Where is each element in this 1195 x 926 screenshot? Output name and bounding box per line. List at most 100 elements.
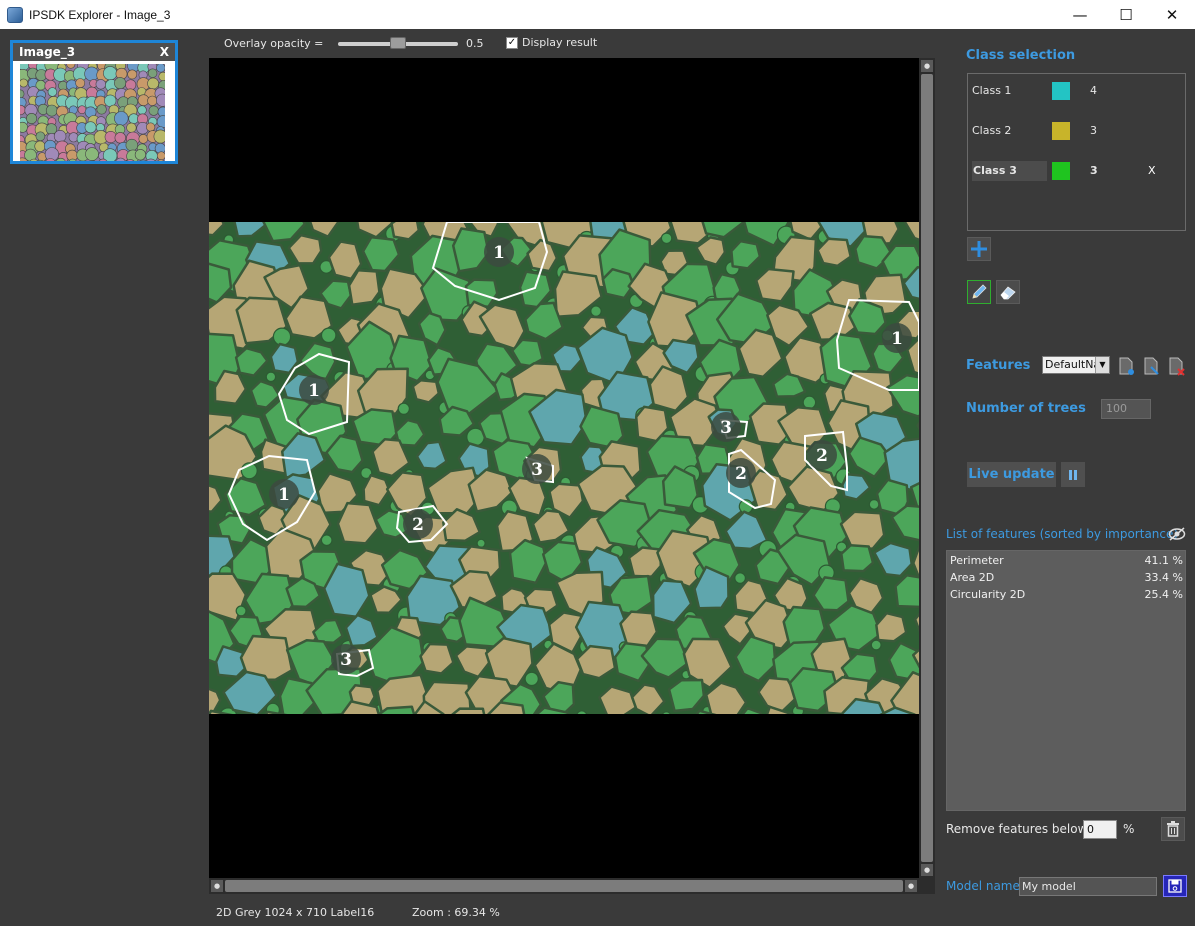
features-dropdown[interactable]: DefaultName ▼ [1042,356,1110,374]
class-color-swatch[interactable] [1052,82,1070,100]
thumbnail-cell [147,77,160,90]
vertical-scroll-thumb[interactable] [921,74,933,862]
class-name-selected[interactable]: Class 3 [972,161,1047,181]
document-add-icon [1119,357,1134,375]
horizontal-scrollbar[interactable]: ● ● [209,878,919,894]
class-marker-label: 1 [308,381,320,401]
eraser-tool-button[interactable] [996,280,1020,304]
thumbnail-cell [114,111,129,126]
title-bar: IPSDK Explorer - Image_3 — ☐ ✕ [0,0,1195,29]
scroll-down-arrow[interactable]: ● [921,864,933,876]
small-cell [476,538,486,548]
thumbnail-cell [26,112,38,124]
thumbnail-cell [156,151,165,161]
class-marker-label: 3 [720,418,732,438]
thumbnail-cell [158,71,165,82]
small-cell [265,371,277,383]
class-row-3[interactable]: Class 3 3 X [968,159,1187,183]
remove-features-threshold-input[interactable]: 0 [1083,820,1117,839]
small-cell [272,327,292,346]
horizontal-scroll-thumb[interactable] [225,880,903,892]
thumbnail-image[interactable] [20,64,165,161]
class-marker-label: 2 [735,464,747,484]
class-marker-label: 3 [340,650,352,670]
viewer-toolbar: Overlay opacity = 0.5 ✓ Display result [200,29,940,57]
thumbnail-cell [53,129,67,143]
small-cell [397,402,410,415]
class-row-1[interactable]: Class 1 4 [968,79,1187,103]
thumbnail-cell [77,105,87,115]
chevron-down-icon[interactable]: ▼ [1095,357,1109,373]
class-count: 3 [1090,164,1098,177]
thumbnail-cell [103,66,118,81]
segmented-image[interactable]: 1 1 1 1 2 2 2 3 3 3 [209,190,919,767]
thumbnail-cell [96,104,107,115]
feature-name: Circularity 2D [950,588,1026,601]
list-item[interactable]: Area 2D 33.4 % [947,569,1185,586]
class-row-2[interactable]: Class 2 3 [968,119,1187,143]
list-item[interactable]: Circularity 2D 25.4 % [947,586,1185,603]
remove-features-label: Remove features below [946,822,1088,836]
feature-list-title: List of features (sorted by importance) [946,527,1179,541]
scroll-right-arrow[interactable]: ● [905,880,917,892]
small-cell [802,395,817,410]
cells-overlay-image[interactable]: 1 1 1 1 2 2 2 3 3 3 [209,190,919,767]
feature-importance: 25.4 % [1144,588,1183,601]
class-color-swatch[interactable] [1052,162,1070,180]
pencil-icon [972,284,987,299]
pause-icon [1069,469,1077,480]
document-edit-icon [1144,357,1159,375]
thumbnail-cell [20,78,28,88]
thumbnail-cell [137,105,147,115]
thumbnail-cell [47,87,58,97]
model-name-label: Model name [946,879,1020,893]
new-feature-set-button[interactable] [1117,356,1135,376]
draw-tool-button[interactable] [967,280,991,304]
scroll-up-arrow[interactable]: ● [921,60,933,72]
list-item[interactable]: Perimeter 41.1 % [947,552,1185,569]
thumbnail-close-button[interactable]: X [160,45,169,59]
thumbnail-cell [35,131,46,142]
class-count: 3 [1090,124,1097,137]
hide-eye-icon[interactable] [1168,526,1186,542]
model-name-input[interactable]: My model [1019,877,1157,896]
delete-class-button[interactable]: X [1148,164,1156,177]
zoom-status: Zoom : 69.34 % [412,906,500,919]
thumbnail-cell [153,129,165,144]
small-cell [590,305,602,317]
overlay-opacity-slider-handle[interactable] [390,37,406,49]
overlay-opacity-label: Overlay opacity = [224,37,324,50]
display-result-label: Display result [522,36,598,49]
small-cell [734,572,746,585]
thumbnail-cell [147,68,158,78]
minimize-button[interactable]: — [1057,0,1103,29]
maximize-button[interactable]: ☐ [1103,0,1149,29]
edit-feature-set-button[interactable] [1142,356,1160,376]
thumbnail-cell [125,138,139,152]
thumbnail-cell [45,104,58,117]
display-result-checkbox[interactable]: ✓ [506,37,518,49]
class-selection-title: Class selection [966,48,1076,63]
vertical-scrollbar[interactable]: ● ● [919,58,935,878]
image-thumbnail-card[interactable]: Image_3 X [10,40,178,164]
pause-button[interactable] [1061,462,1085,487]
small-cell [320,534,333,547]
class-name[interactable]: Class 2 [972,124,1011,137]
class-marker-label: 2 [412,515,424,535]
class-name[interactable]: Class 1 [972,84,1011,97]
save-model-button[interactable] [1163,875,1187,897]
scroll-left-arrow[interactable]: ● [211,880,223,892]
live-update-button[interactable]: Live update [967,462,1056,487]
number-of-trees-input[interactable]: 100 [1101,399,1151,419]
remove-features-button[interactable] [1161,817,1185,841]
image-viewer[interactable]: 1 1 1 1 2 2 2 3 3 3 [209,58,919,878]
class-marker-label: 1 [278,485,290,505]
add-class-button[interactable] [967,237,991,261]
remove-features-unit: % [1123,822,1135,836]
delete-feature-set-button[interactable] [1167,356,1185,376]
small-cell [660,232,673,245]
thumbnail-cell [84,121,97,134]
class-color-swatch[interactable] [1052,122,1070,140]
close-button[interactable]: ✕ [1149,0,1195,29]
small-cell [524,671,539,687]
